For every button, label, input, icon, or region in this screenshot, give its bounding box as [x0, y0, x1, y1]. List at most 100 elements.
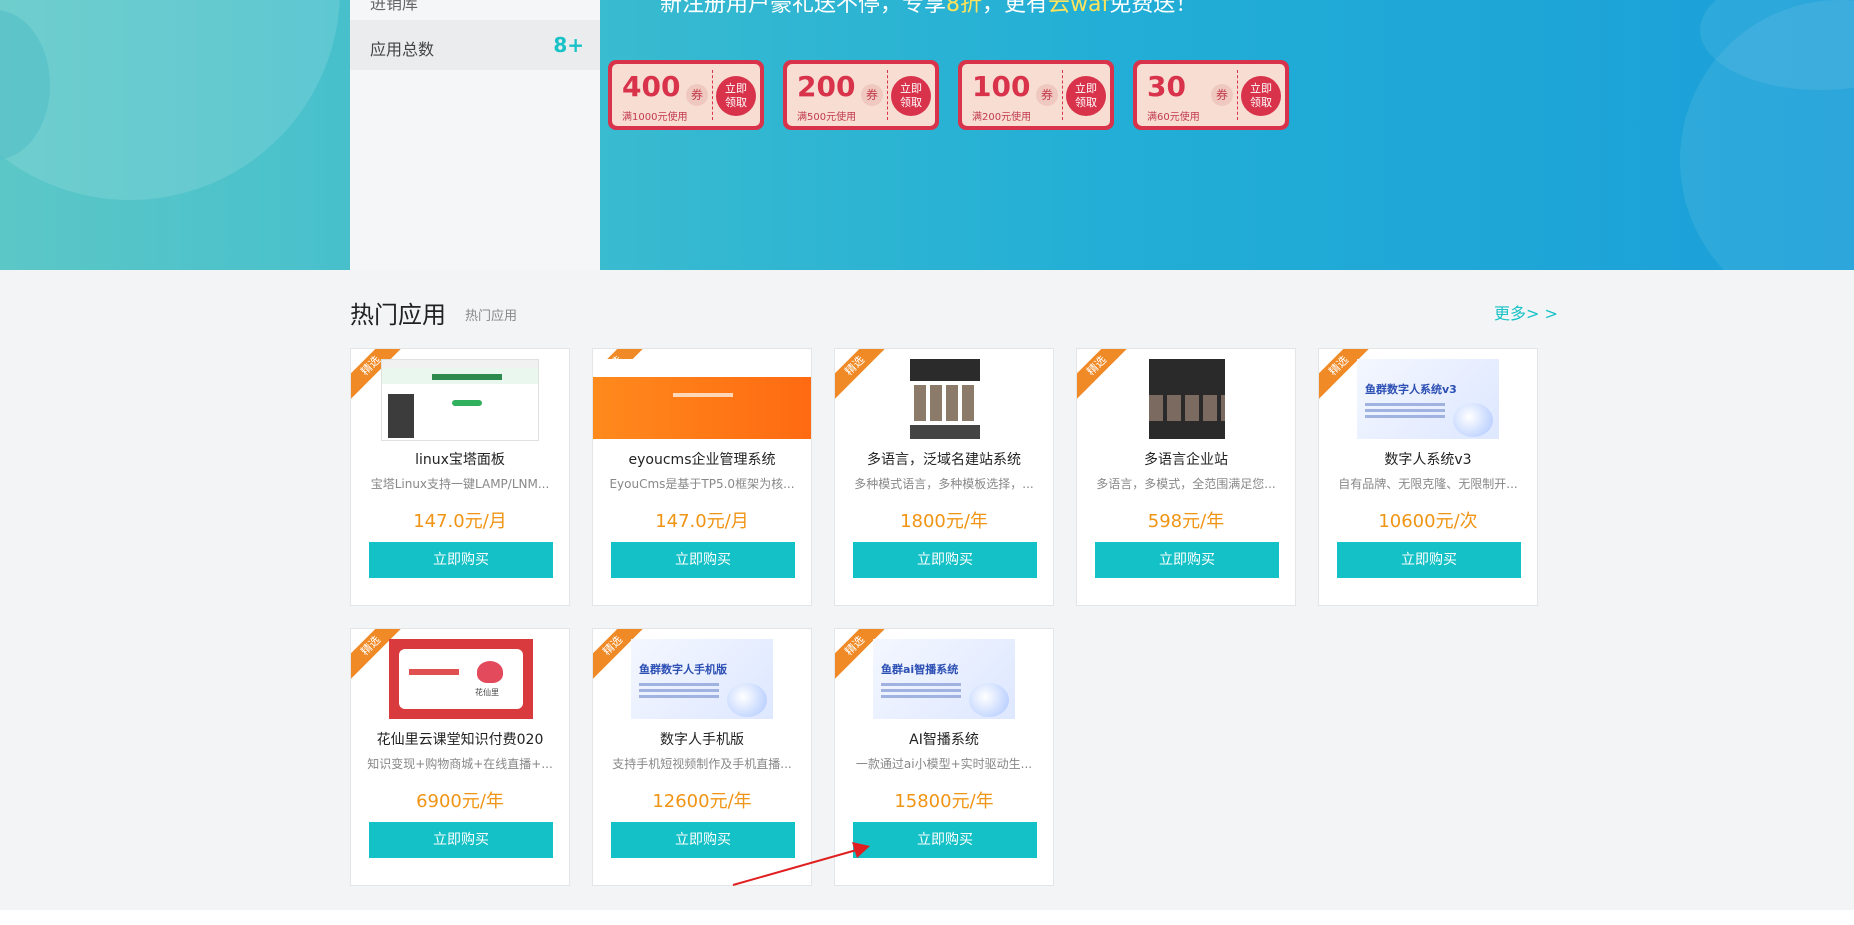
coupon-ticket-icon: 券: [1211, 84, 1233, 106]
featured-ribbon: 精选: [835, 349, 890, 401]
coupon-divider: [1062, 70, 1063, 120]
app-thumbnail: 鱼群数字人手机版: [631, 639, 773, 719]
coupon-condition: 满1000元使用: [622, 112, 688, 123]
buy-button[interactable]: 立即购买: [853, 542, 1037, 578]
promo-prefix: 新注册用户豪礼送不停，专享: [660, 0, 947, 17]
section-title: 热门应用: [350, 301, 446, 329]
app-thumbnail: 鱼群ai智播系统: [873, 639, 1015, 719]
app-card[interactable]: 精选 eyoucms企业管理系统 EyouCms是基于TP5.0框架为核... …: [592, 348, 812, 606]
coupon-divider: [887, 70, 888, 120]
coupon-condition: 满500元使用: [797, 112, 857, 123]
coupon-condition: 满60元使用: [1147, 112, 1200, 123]
app-thumbnail: 鱼群数字人系统v3: [1357, 359, 1499, 439]
stats-row-label: 应用总数: [370, 40, 435, 59]
coupon-ticket-icon: 券: [1036, 84, 1058, 106]
app-card[interactable]: 精选 鱼群ai智播系统 AI智播系统 一款通过ai小模型+实时驱动生... 15…: [834, 628, 1054, 886]
promo-headline: 新注册用户豪礼送不停，专享8折，更有云waf免费送！: [660, 0, 1197, 18]
section-subtitle: 热门应用: [465, 309, 518, 324]
app-name[interactable]: 数字人系统v3: [1319, 449, 1537, 469]
buy-button[interactable]: 立即购买: [369, 542, 553, 578]
app-card[interactable]: 精选 花仙里 花仙里云课堂知识付费020 知识变现+购物商城+在线直播+... …: [350, 628, 570, 886]
app-description: 支持手机短视频制作及手机直播...: [612, 757, 792, 771]
app-thumbnail: [381, 359, 539, 441]
app-price: 147.0元/月: [655, 511, 749, 532]
coupon-100[interactable]: 100 满200元使用 券 立即 领取: [958, 60, 1114, 130]
app-thumbnail: 花仙里: [389, 639, 533, 719]
stats-row-label: 进销库: [370, 0, 419, 13]
thumbnail-title: 鱼群数字人系统v3: [1365, 383, 1457, 396]
coupon-divider: [1237, 70, 1238, 120]
app-name[interactable]: linux宝塔面板: [351, 449, 569, 469]
promo-suffix: 免费送！: [1109, 0, 1198, 17]
stats-row-app-total: 应用总数 8+: [350, 20, 600, 70]
coupon-400[interactable]: 400 满1000元使用 券 立即 领取: [608, 60, 764, 130]
app-description: 一款通过ai小模型+实时驱动生...: [855, 757, 1033, 771]
app-thumbnail: [910, 359, 980, 439]
coupon-200[interactable]: 200 满500元使用 券 立即 领取: [783, 60, 939, 130]
buy-button[interactable]: 立即购买: [611, 542, 795, 578]
app-price: 15800元/年: [894, 791, 994, 812]
coupon-body: 200 满500元使用 券 立即 领取: [787, 64, 935, 126]
app-card[interactable]: 精选 鱼群数字人手机版 数字人手机版 支持手机短视频制作及手机直播... 126…: [592, 628, 812, 886]
buy-button[interactable]: 立即购买: [1095, 542, 1279, 578]
coupon-body: 400 满1000元使用 券 立即 领取: [612, 64, 760, 126]
buy-button[interactable]: 立即购买: [1337, 542, 1521, 578]
more-link[interactable]: 更多> >: [1494, 300, 1558, 324]
app-description: EyouCms是基于TP5.0框架为核...: [609, 477, 795, 491]
coupon-ticket-icon: 券: [686, 84, 708, 106]
thumbnail-brand: 花仙里: [475, 688, 499, 697]
promo-mid: ，更有: [982, 0, 1049, 17]
coupon-claim-button[interactable]: 立即 领取: [891, 76, 931, 116]
app-name[interactable]: 多语言企业站: [1077, 449, 1295, 469]
decor-blob: [0, 0, 340, 200]
app-description: 多语言，多模式，全范围满足您...: [1096, 477, 1276, 491]
app-name[interactable]: 多语言，泛域名建站系统: [835, 449, 1053, 469]
featured-ribbon: 精选: [1077, 349, 1132, 401]
app-price: 10600元/次: [1378, 511, 1478, 532]
app-name[interactable]: 花仙里云课堂知识付费020: [351, 729, 569, 749]
app-name[interactable]: 数字人手机版: [593, 729, 811, 749]
promo-discount: 8折: [946, 0, 983, 17]
buy-button[interactable]: 立即购买: [853, 822, 1037, 858]
app-price: 1800元/年: [900, 511, 988, 532]
app-price: 6900元/年: [416, 791, 504, 812]
buy-button[interactable]: 立即购买: [369, 822, 553, 858]
coupon-amount: 200: [797, 70, 856, 103]
buy-button[interactable]: 立即购买: [611, 822, 795, 858]
app-thumbnail: [593, 359, 811, 439]
app-card[interactable]: 精选 多语言企业站 多语言，多模式，全范围满足您... 598元/年 立即购买: [1076, 348, 1296, 606]
app-name[interactable]: AI智播系统: [835, 729, 1053, 749]
coupon-claim-button[interactable]: 立即 领取: [1241, 76, 1281, 116]
coupon-divider: [712, 70, 713, 120]
coupon-body: 100 满200元使用 券 立即 领取: [962, 64, 1110, 126]
coupon-amount: 30: [1147, 70, 1186, 103]
coupon-ticket-icon: 券: [861, 84, 883, 106]
page-footer-strip: [0, 910, 1854, 925]
app-thumbnail: [1149, 359, 1225, 439]
app-price: 147.0元/月: [413, 511, 507, 532]
app-description: 宝塔Linux支持一键LAMP/LNM...: [370, 477, 550, 491]
app-description: 自有品牌、无限克隆、无限制开...: [1338, 477, 1518, 491]
coupon-30[interactable]: 30 满60元使用 券 立即 领取: [1133, 60, 1289, 130]
coupon-claim-button[interactable]: 立即 领取: [1066, 76, 1106, 116]
app-price: 598元/年: [1147, 511, 1225, 532]
coupon-condition: 满200元使用: [972, 112, 1032, 123]
app-card[interactable]: 精选 鱼群数字人系统v3 数字人系统v3 自有品牌、无限克隆、无限制开... 1…: [1318, 348, 1538, 606]
thumbnail-title: 鱼群数字人手机版: [639, 663, 727, 676]
app-name[interactable]: eyoucms企业管理系统: [593, 449, 811, 469]
coupon-amount: 400: [622, 70, 681, 103]
app-card[interactable]: 精选 多语言，泛域名建站系统 多种模式语言，多种模板选择，... 1800元/年…: [834, 348, 1054, 606]
app-price: 12600元/年: [652, 791, 752, 812]
coupon-amount: 100: [972, 70, 1031, 103]
stats-row-partial: 进销库: [350, 0, 600, 20]
promo-waf: 云waf: [1048, 0, 1110, 17]
app-description: 多种模式语言，多种模板选择，...: [854, 477, 1034, 491]
thumbnail-title: 鱼群ai智播系统: [881, 663, 959, 676]
app-description: 知识变现+购物商城+在线直播+...: [367, 757, 553, 771]
app-card[interactable]: 精选 linux宝塔面板 宝塔Linux支持一键LAMP/LNM... 147.…: [350, 348, 570, 606]
stats-panel: 进销库 应用总数 8+: [350, 0, 600, 270]
promo-banner: 新注册用户豪礼送不停，专享8折，更有云waf免费送！ 400 满1000元使用 …: [0, 0, 1854, 270]
stats-row-value: 8+: [553, 33, 584, 57]
coupon-claim-button[interactable]: 立即 领取: [716, 76, 756, 116]
coupon-body: 30 满60元使用 券 立即 领取: [1137, 64, 1285, 126]
